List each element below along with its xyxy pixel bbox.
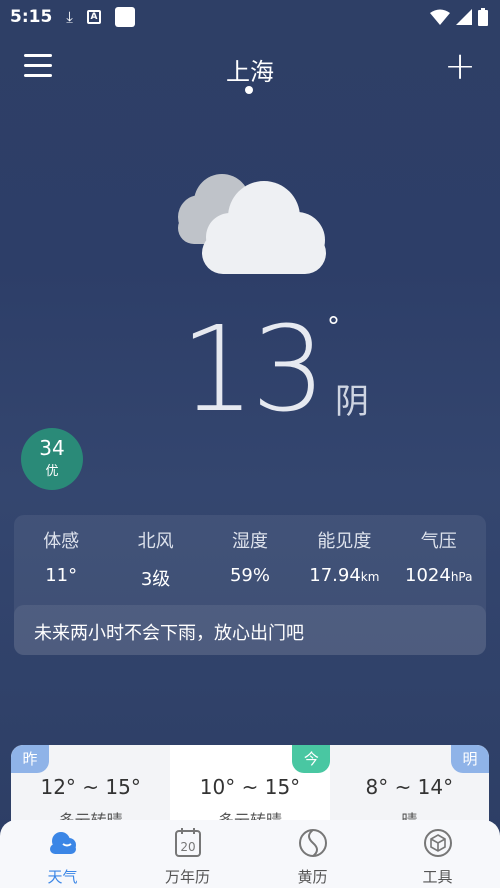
stat-pressure: 气压 1024hPa [394,527,484,591]
stat-unit: hPa [450,570,473,584]
stat-humidity: 湿度 59% [205,527,295,591]
degree-symbol: ° [327,312,340,342]
yin-yang-icon [298,829,327,857]
square-app-icon [114,7,135,27]
current-temperature: 13 [180,300,326,438]
cloud-icon [49,832,76,854]
aqi-value: 34 [39,436,65,460]
calendar-badge: 20 [180,840,195,854]
stat-label: 北风 [137,531,174,552]
download-icon: ⤓ [66,8,73,26]
status-time: 5:15 [10,7,53,27]
stat-number: 17.94 [309,565,361,586]
details-panel: 体感 11° 北风 3级 湿度 59% 能见度 17.94km 气压 1024h… [14,515,486,655]
signal-icon [456,9,472,25]
day-tag: 明 [450,745,489,773]
stat-label: 气压 [420,531,457,552]
page-indicator-dot [245,86,253,94]
nav-tools[interactable]: 工具 [388,820,488,888]
temp-range: 8° ~ 14° [365,775,454,799]
stat-value: 59% [229,565,270,586]
nav-almanac[interactable]: 黄历 [263,820,363,888]
stat-wind: 北风 3级 [111,527,201,591]
weather-condition: 阴 [335,382,369,422]
nav-label: 工具 [422,868,453,886]
add-city-button[interactable]: + [444,47,476,85]
temp-range: 10° ~ 15° [199,775,301,799]
city-title[interactable]: 上海 [0,52,500,87]
stat-value: 1024hPa [394,565,484,586]
stat-value: 3级 [140,569,171,590]
status-bar: 5:15 ⤓ A [0,0,500,34]
stat-value: 11° [45,565,78,586]
day-tag: 今 [292,745,331,773]
cloudy-weather-icon [178,174,326,274]
calendar-icon: 20 [174,828,201,857]
nav-label: 天气 [47,868,78,886]
stat-value: 17.94km [299,565,389,586]
wifi-icon [430,9,450,25]
day-tag: 昨 [11,745,49,773]
aqi-badge[interactable]: 34 优 [21,428,83,490]
nav-calendar[interactable]: 20 万年历 [138,820,238,888]
aqi-level: 优 [45,464,59,479]
header: 上海 + [0,47,500,94]
nav-label: 黄历 [297,868,328,886]
nav-label: 万年历 [164,868,210,886]
app-a-icon: A [86,10,101,24]
stat-label: 湿度 [231,531,268,552]
stat-label: 体感 [43,531,80,552]
stat-number: 1024 [405,565,451,586]
rain-tip: 未来两小时不会下雨，放心出门吧 [14,605,486,655]
stat-label: 能见度 [317,531,372,552]
nav-weather[interactable]: 天气 [13,820,113,888]
bottom-nav: 天气 20 万年历 黄历 工具 [0,820,500,888]
stat-visibility: 能见度 17.94km [299,527,389,591]
temp-range: 12° ~ 15° [40,775,141,799]
stat-feels-like: 体感 11° [16,527,106,591]
stat-unit: km [360,570,380,584]
cube-icon [423,829,452,857]
battery-icon [478,8,488,26]
